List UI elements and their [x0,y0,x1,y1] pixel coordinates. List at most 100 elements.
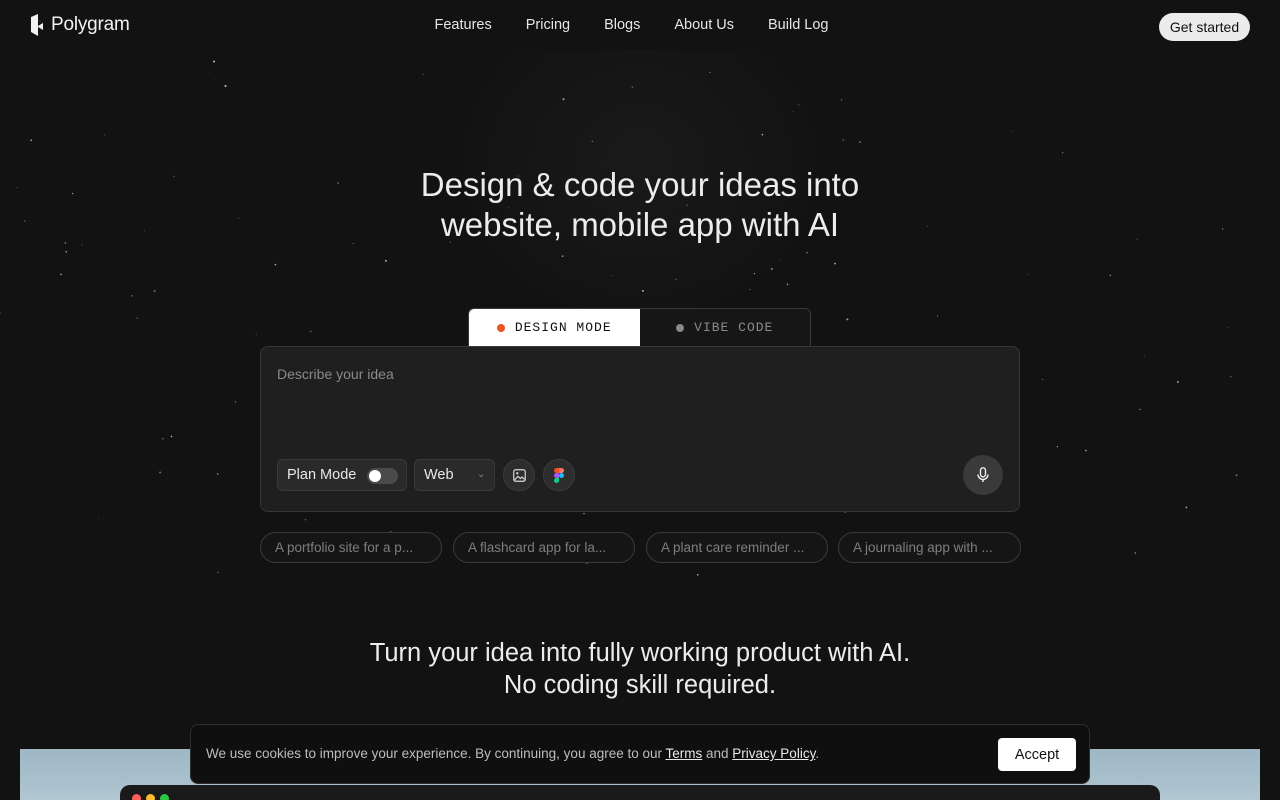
chevron-down-icon: ⌄ [477,469,486,480]
image-icon [512,468,526,482]
design-mode-dot-icon [496,323,505,332]
star-dot [224,84,227,88]
star-dot [16,187,18,189]
vibe-code-dot-icon [676,323,685,332]
idea-input[interactable] [277,366,997,426]
suggestion-chips: A portfolio site for a p... A flashcard … [260,532,1022,564]
figma-import-button[interactable] [543,459,575,491]
star-dot [1134,552,1136,554]
star-dot [309,330,312,333]
star-dot [840,99,843,101]
toggle-knob [369,470,381,482]
star-dot [1221,228,1224,230]
nav-links: Features Pricing Blogs About Us Build Lo… [0,17,1280,33]
window-close-dot-icon [132,794,141,800]
section-heading: Turn your idea into fully working produc… [290,637,990,701]
star-dot [583,512,585,515]
star-dot [1011,130,1013,132]
star-dot [217,571,219,574]
star-dot [238,217,239,219]
platform-select[interactable]: Web ⌄ [414,459,495,491]
section-heading-line-2: No coding skill required. [503,671,777,699]
top-navigation: Polygram Features Pricing Blogs About Us… [0,0,1280,52]
nav-link-features[interactable]: Features [435,17,492,33]
star-dot [1176,381,1179,383]
star-dot [1041,378,1044,381]
star-dot [846,318,849,321]
star-dot [859,141,861,143]
star-dot [1062,152,1064,154]
prompt-box: Plan Mode Web ⌄ [260,346,1020,512]
plan-mode-toggle[interactable]: Plan Mode [277,459,407,491]
star-dot [213,60,215,63]
tab-vibe-code-label: VIBE CODE [694,320,774,335]
microphone-icon [977,467,989,482]
star-dot [71,192,74,195]
upload-image-button[interactable] [503,459,535,491]
plan-mode-label: Plan Mode [287,467,357,483]
star-dot [1235,474,1238,477]
cookie-message: We use cookies to improve your experienc… [206,746,819,761]
star-dot [104,134,106,136]
section-heading-line-1: Turn your idea into fully working produc… [369,639,911,667]
star-dot [23,220,26,222]
platform-selected-value: Web [424,467,454,483]
star-dot [384,259,387,262]
star-dot [1085,449,1087,452]
star-dot [65,251,67,253]
star-dot [64,242,66,244]
star-dot [1026,273,1028,275]
star-dot [159,471,162,474]
star-dot [1227,327,1229,328]
star-dot [274,263,277,266]
star-dot [1230,376,1232,378]
tab-design-mode[interactable]: DESIGN MODE [469,309,640,346]
star-dot [1056,445,1059,448]
hero-title-line-2: website, mobile app with AI [440,206,840,243]
star-dot [173,175,175,178]
tab-vibe-code[interactable]: VIBE CODE [639,309,810,346]
cookie-period: . [815,746,820,761]
star-dot [422,73,424,75]
star-dot [0,312,1,315]
suggestion-chip[interactable]: A flashcard app for la... [453,532,635,563]
star-dot [337,182,339,185]
suggestion-chip[interactable]: A plant care reminder ... [646,532,828,563]
cookie-banner: We use cookies to improve your experienc… [190,724,1090,784]
star-dot [834,262,836,265]
star-dot [215,78,217,80]
suggestion-chip[interactable]: A journaling app with ... [838,532,1021,563]
star-dot [143,230,145,232]
mode-tabs: DESIGN MODE VIBE CODE [468,308,811,346]
get-started-button[interactable]: Get started [1159,13,1250,41]
plan-mode-switch[interactable] [367,468,398,484]
star-dot [81,244,83,246]
cookie-and: and [702,746,733,761]
nav-link-blogs[interactable]: Blogs [604,17,640,33]
terms-link[interactable]: Terms [666,746,703,761]
star-dot [136,317,138,319]
nav-link-about-us[interactable]: About Us [674,17,734,33]
star-dot [98,517,100,519]
privacy-policy-link[interactable]: Privacy Policy [732,746,815,761]
star-dot [234,401,236,403]
accept-cookies-button[interactable]: Accept [998,738,1076,771]
window-minimize-dot-icon [146,794,155,800]
voice-input-button[interactable] [963,455,1003,495]
star-dot [30,139,33,142]
star-dot [161,437,164,440]
tab-design-mode-label: DESIGN MODE [514,320,612,335]
hero-title-line-1: Design & code your ideas into [420,166,860,203]
nav-link-build-log[interactable]: Build Log [768,17,828,33]
star-dot [1136,238,1138,240]
star-dot [936,315,939,317]
figma-icon [554,467,564,483]
nav-link-pricing[interactable]: Pricing [526,17,570,33]
star-dot [1144,355,1145,357]
suggestion-chip[interactable]: A portfolio site for a p... [260,532,442,563]
star-dot [60,273,62,276]
star-dot [1139,408,1141,411]
hero-title: Design & code your ideas into website, m… [340,165,940,245]
star-dot [216,473,219,475]
star-dot [1109,274,1111,277]
